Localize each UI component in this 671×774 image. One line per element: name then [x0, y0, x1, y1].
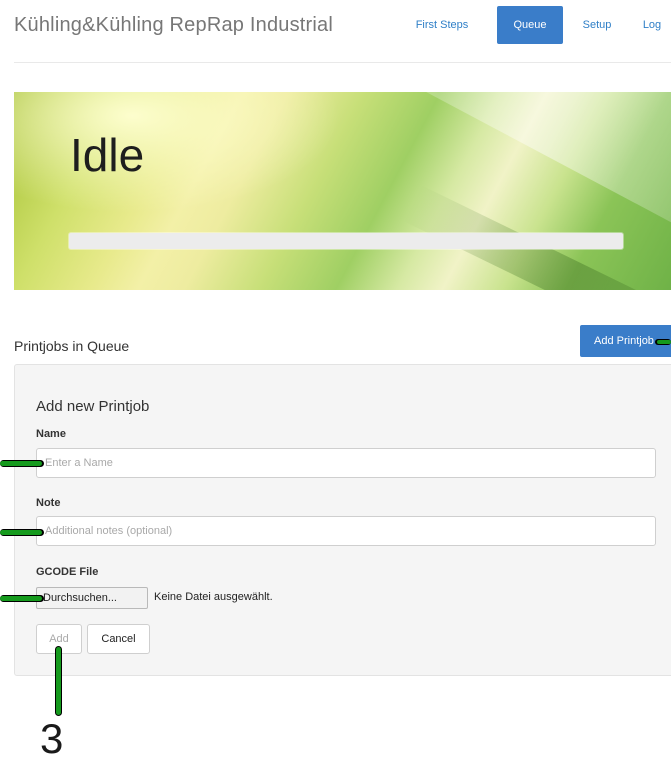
- annotation-marker: [0, 530, 42, 535]
- file-status-text: Keine Datei ausgewählt.: [154, 591, 273, 603]
- top-nav: First Steps Queue Setup Log: [402, 6, 671, 44]
- note-label: Note: [36, 497, 61, 509]
- cancel-button[interactable]: Cancel: [87, 624, 150, 654]
- name-label: Name: [36, 428, 66, 440]
- print-progress-bar: [69, 233, 623, 249]
- nav-log[interactable]: Log: [632, 6, 671, 44]
- status-banner: [14, 92, 671, 290]
- nav-queue[interactable]: Queue: [497, 6, 563, 44]
- annotation-pointer: [56, 647, 61, 715]
- app-brand[interactable]: Kühling&Kühling RepRap Industrial: [14, 14, 333, 37]
- annotation-marker: [657, 340, 671, 344]
- note-input[interactable]: [36, 516, 656, 546]
- annotation-marker: [0, 596, 42, 601]
- gcode-file-label: GCODE File: [36, 566, 99, 578]
- annotation-marker: [0, 461, 42, 466]
- file-browse-button[interactable]: Durchsuchen...: [36, 587, 148, 609]
- annotation-number: 3: [40, 715, 64, 762]
- nav-first-steps[interactable]: First Steps: [402, 6, 482, 44]
- form-title: Add new Printjob: [36, 398, 150, 415]
- printer-status: Idle: [70, 129, 145, 181]
- queue-title: Printjobs in Queue: [14, 338, 130, 354]
- nav-setup[interactable]: Setup: [570, 6, 624, 44]
- header-divider: [14, 62, 671, 63]
- name-input[interactable]: [36, 448, 656, 478]
